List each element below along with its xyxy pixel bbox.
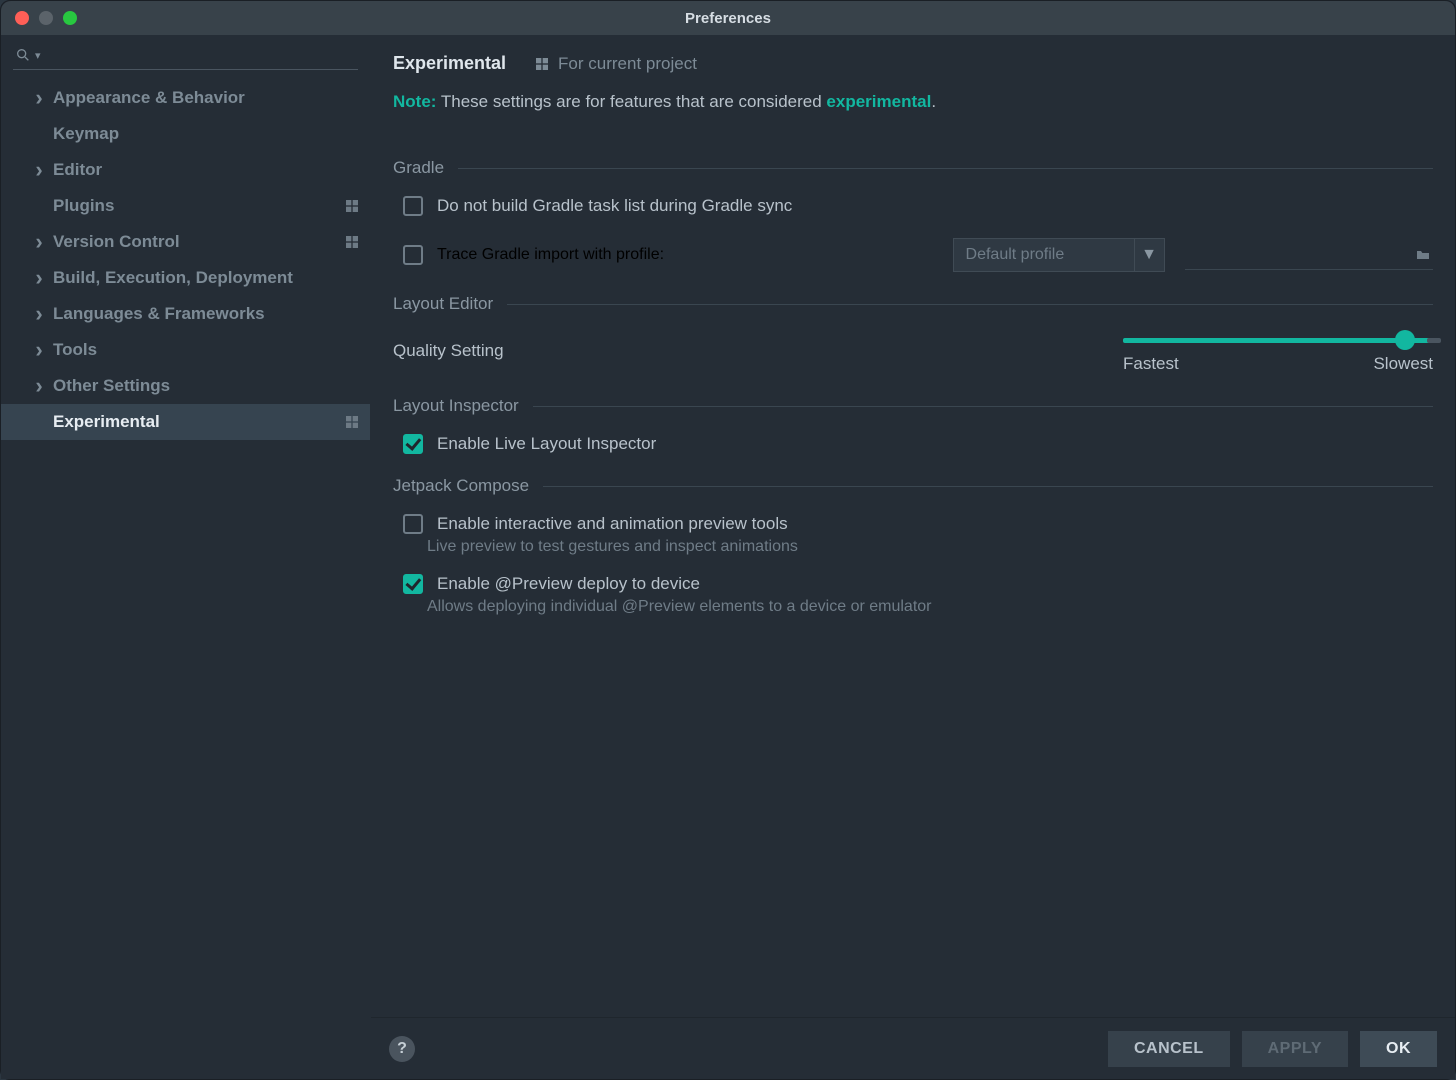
sidebar-item-label: Tools [53,340,360,360]
experimental-note: Note: These settings are for features th… [371,74,1455,112]
chevron-down-icon[interactable]: ▼ [1134,239,1164,271]
sidebar-item-label: Languages & Frameworks [53,304,360,324]
sidebar-item-build-execution-deployment[interactable]: ›Build, Execution, Deployment [1,260,370,296]
sidebar-item-label: Editor [53,160,360,180]
gradle-trace-checkbox[interactable] [403,245,423,265]
sidebar-item-tools[interactable]: ›Tools [1,332,370,368]
sidebar-item-label: Keymap [53,124,360,144]
cancel-button[interactable]: CANCEL [1108,1031,1230,1067]
project-scope-icon [344,234,360,250]
chevron-right-icon: › [25,337,53,363]
for-current-project-label: For current project [534,54,697,74]
dialog-footer: ? CANCEL APPLY OK [371,1017,1455,1079]
chevron-right-icon: › [25,301,53,327]
gradle-no-build-row: Do not build Gradle task list during Gra… [393,196,1433,216]
sidebar-item-experimental[interactable]: Experimental [1,404,370,440]
sidebar-item-keymap[interactable]: Keymap [1,116,370,152]
chevron-right-icon: › [25,85,53,111]
section-jetpack-compose: Jetpack Compose [393,476,1433,496]
settings-sidebar: ▾ ›Appearance & BehaviorKeymap›EditorPlu… [1,35,371,1079]
search-dropdown-icon[interactable]: ▾ [35,49,41,62]
sidebar-item-label: Build, Execution, Deployment [53,268,360,288]
sidebar-item-editor[interactable]: ›Editor [1,152,370,188]
live-layout-inspector-checkbox[interactable] [403,434,423,454]
sidebar-item-other-settings[interactable]: ›Other Settings [1,368,370,404]
settings-tree: ›Appearance & BehaviorKeymap›EditorPlugi… [1,74,370,1079]
window-title: Preferences [1,10,1455,27]
experimental-link[interactable]: experimental [826,92,931,111]
chevron-right-icon: › [25,265,53,291]
search-icon [15,47,31,63]
chevron-right-icon: › [25,373,53,399]
gradle-profile-path-input[interactable] [1185,240,1433,270]
project-scope-icon [534,56,550,72]
slider-thumb[interactable] [1395,330,1415,350]
window-controls [15,11,77,25]
folder-icon[interactable] [1413,247,1433,263]
jetpack-deploy-checkbox[interactable] [403,574,423,594]
page-title: Experimental [393,53,506,74]
maximize-icon[interactable] [63,11,77,25]
preferences-window: Preferences ▾ ›Appearance & BehaviorKeym… [0,0,1456,1080]
jetpack-interactive-hint: Live preview to test gestures and inspec… [393,538,1433,556]
sidebar-item-version-control[interactable]: ›Version Control [1,224,370,260]
project-scope-icon [344,198,360,214]
section-layout-inspector: Layout Inspector [393,396,1433,416]
quality-slider[interactable] [1123,328,1433,352]
jetpack-deploy-hint: Allows deploying individual @Preview ele… [393,598,1433,616]
chevron-right-icon: › [25,157,53,183]
help-button[interactable]: ? [389,1036,415,1062]
sidebar-item-label: Appearance & Behavior [53,88,360,108]
sidebar-item-label: Plugins [53,196,344,216]
ok-button[interactable]: OK [1360,1031,1437,1067]
minimize-icon[interactable] [39,11,53,25]
search-input[interactable]: ▾ [13,43,358,70]
sidebar-item-appearance-behavior[interactable]: ›Appearance & Behavior [1,80,370,116]
project-scope-icon [344,414,360,430]
jetpack-interactive-checkbox[interactable] [403,514,423,534]
titlebar: Preferences [1,1,1455,35]
close-icon[interactable] [15,11,29,25]
sidebar-item-label: Version Control [53,232,344,252]
sidebar-item-plugins[interactable]: Plugins [1,188,370,224]
main-panel: Experimental For current project Note: T… [371,35,1455,1079]
gradle-profile-combo[interactable]: Default profile ▼ [953,238,1165,272]
section-layout-editor: Layout Editor [393,294,1433,314]
gradle-no-build-checkbox[interactable] [403,196,423,216]
chevron-right-icon: › [25,229,53,255]
sidebar-item-label: Experimental [53,412,344,432]
sidebar-item-languages-frameworks[interactable]: ›Languages & Frameworks [1,296,370,332]
apply-button[interactable]: APPLY [1242,1031,1348,1067]
section-gradle: Gradle [393,158,1433,178]
quality-setting-label: Quality Setting [393,341,504,361]
sidebar-item-label: Other Settings [53,376,360,396]
